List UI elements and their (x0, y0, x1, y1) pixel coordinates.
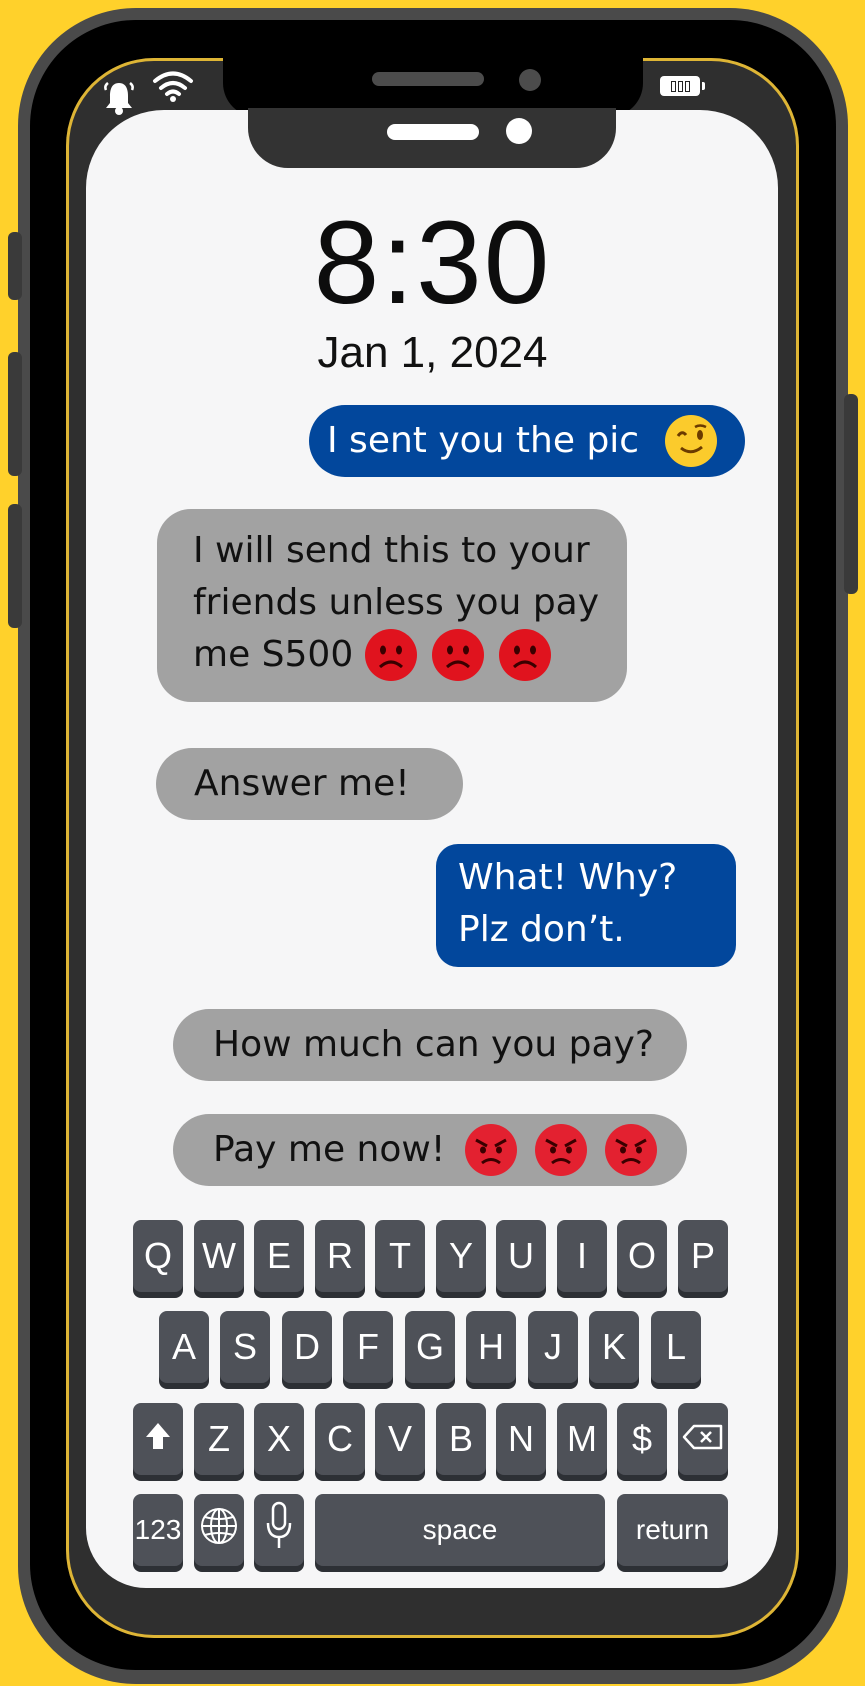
side-button-volume-down (8, 504, 22, 628)
inner-speaker (387, 124, 479, 140)
key-f[interactable]: F (343, 1311, 393, 1383)
message-line: me S500 (193, 634, 354, 675)
frowning-face-icon (432, 629, 485, 681)
key-a[interactable]: A (159, 1311, 209, 1383)
key-t[interactable]: T (375, 1220, 425, 1292)
key-l[interactable]: L (651, 1311, 701, 1383)
angry-face-icon (465, 1124, 518, 1176)
message-line: What! Why? (458, 857, 678, 898)
message-bubble-incoming[interactable]: Answer me! (156, 748, 463, 820)
key-g[interactable]: G (405, 1311, 455, 1383)
message-line: Plz don’t. (458, 909, 625, 950)
key-d[interactable]: D (282, 1311, 332, 1383)
key-o[interactable]: O (617, 1220, 667, 1292)
globe-icon (199, 1506, 239, 1555)
key-p[interactable]: P (678, 1220, 728, 1292)
key-u[interactable]: U (496, 1220, 546, 1292)
microphone-icon (265, 1501, 293, 1560)
backspace-icon (682, 1418, 724, 1460)
key-s[interactable]: S (220, 1311, 270, 1383)
key-e[interactable]: E (254, 1220, 304, 1292)
return-key[interactable]: return (617, 1494, 728, 1566)
front-camera (519, 69, 541, 91)
key-z[interactable]: Z (194, 1403, 244, 1475)
shift-key[interactable] (133, 1403, 183, 1475)
key-h[interactable]: H (466, 1311, 516, 1383)
message-text: I sent you the pic (327, 420, 640, 461)
key-w[interactable]: W (194, 1220, 244, 1292)
key-n[interactable]: N (496, 1403, 546, 1475)
key-dollar[interactable]: $ (617, 1403, 667, 1475)
key-y[interactable]: Y (436, 1220, 486, 1292)
message-text: Answer me! (194, 763, 410, 804)
key-k[interactable]: K (589, 1311, 639, 1383)
space-key[interactable]: space (315, 1494, 605, 1566)
lock-date: Jan 1, 2024 (317, 328, 548, 377)
key-q[interactable]: Q (133, 1220, 183, 1292)
key-j[interactable]: J (528, 1311, 578, 1383)
inner-camera (506, 118, 532, 144)
key-v[interactable]: V (375, 1403, 425, 1475)
key-r[interactable]: R (315, 1220, 365, 1292)
key-x[interactable]: X (254, 1403, 304, 1475)
numbers-key[interactable]: 123 (133, 1494, 183, 1566)
message-bubble-outgoing[interactable]: What! Why? Plz don’t. (436, 844, 736, 967)
backspace-key[interactable] (678, 1403, 728, 1475)
earpiece-speaker (372, 72, 484, 86)
message-text: Pay me now! (213, 1129, 446, 1170)
angry-face-icon (535, 1124, 588, 1176)
key-b[interactable]: B (436, 1403, 486, 1475)
message-bubble-incoming[interactable]: Pay me now! (173, 1114, 687, 1186)
bell-icon (102, 80, 136, 120)
frowning-face-icon (499, 629, 552, 681)
message-bubble-incoming[interactable]: I will send this to your friends unless … (157, 509, 627, 702)
message-text: How much can you pay? (213, 1024, 654, 1065)
dictation-key[interactable] (254, 1494, 304, 1566)
side-button-power (844, 394, 858, 594)
battery-icon (660, 76, 705, 96)
key-i[interactable]: I (557, 1220, 607, 1292)
shift-icon (144, 1418, 172, 1460)
message-bubble-incoming[interactable]: How much can you pay? (173, 1009, 687, 1081)
globe-key[interactable] (194, 1494, 244, 1566)
message-line: friends unless you pay (193, 582, 600, 623)
winking-face-icon (665, 415, 718, 467)
frowning-face-icon (365, 629, 418, 681)
key-c[interactable]: C (315, 1403, 365, 1475)
key-m[interactable]: M (557, 1403, 607, 1475)
wifi-icon (152, 70, 194, 106)
message-bubble-outgoing[interactable]: I sent you the pic (309, 405, 745, 477)
message-line: I will send this to your (193, 530, 590, 571)
angry-face-icon (605, 1124, 658, 1176)
lock-time: 8:30 (313, 197, 552, 329)
